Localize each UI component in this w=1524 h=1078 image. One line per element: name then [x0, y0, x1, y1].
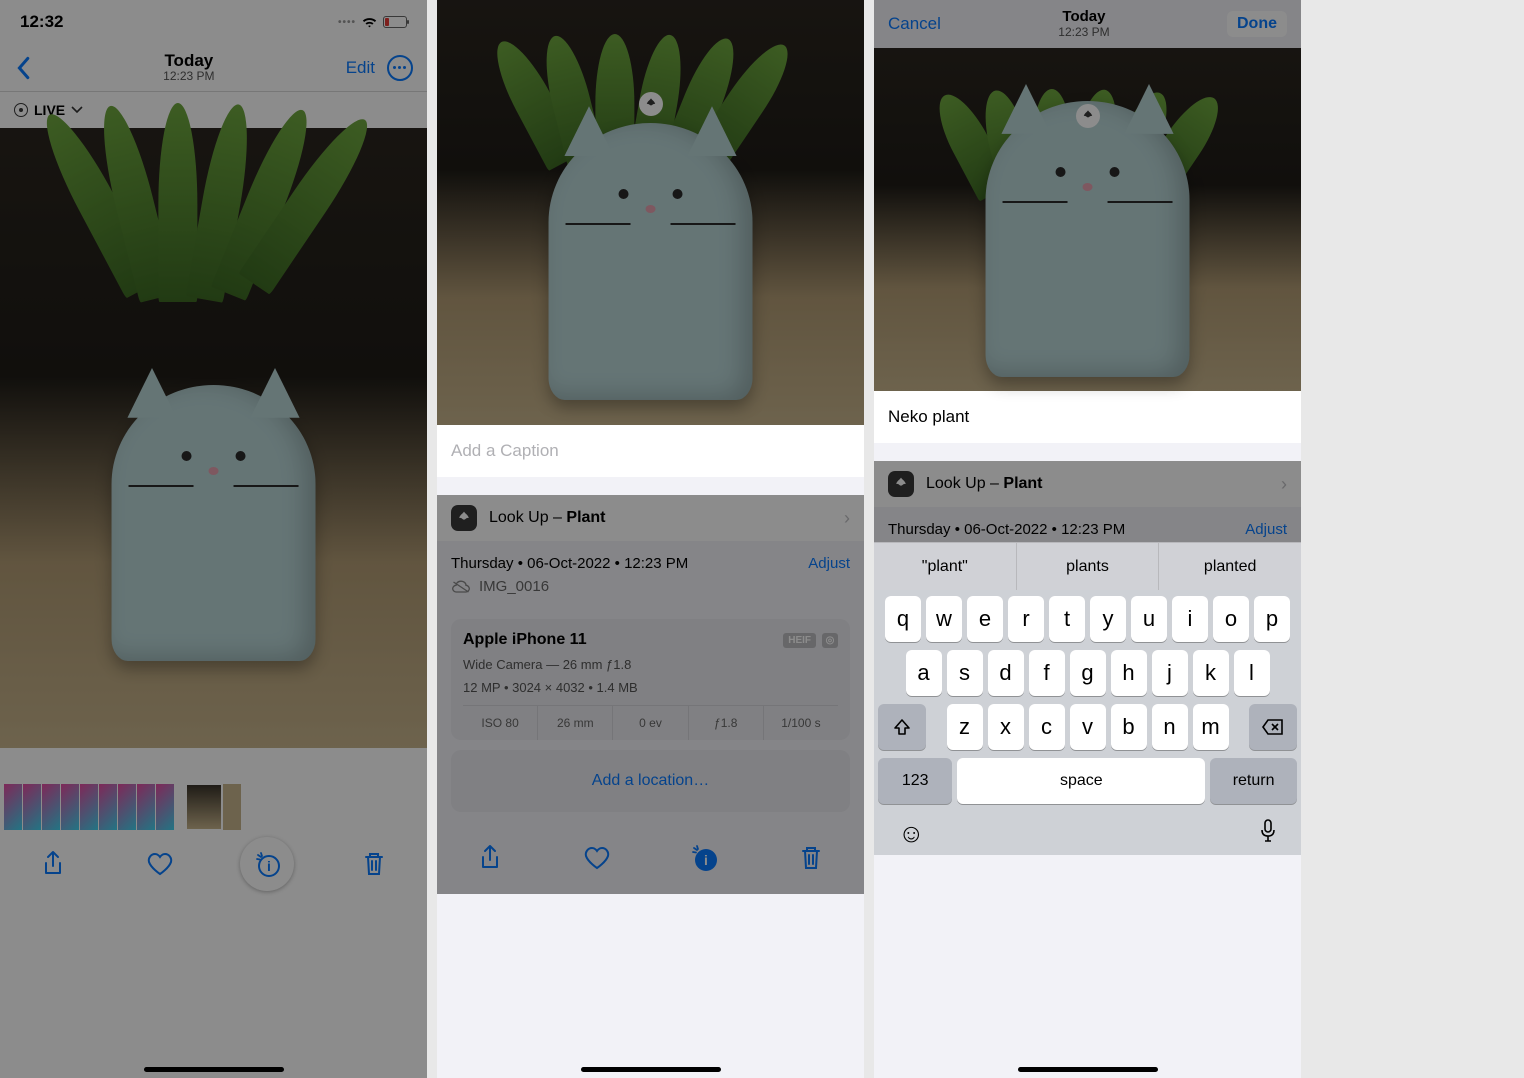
- share-icon[interactable]: [476, 844, 504, 872]
- bottom-toolbar: i: [0, 832, 427, 896]
- photo-view[interactable]: [437, 0, 864, 425]
- emoji-key-icon[interactable]: ☺: [898, 818, 925, 849]
- photo-datetime: Thursday • 06-Oct-2022 • 12:23 PM: [888, 521, 1125, 538]
- caption-field[interactable]: [437, 425, 864, 477]
- heart-icon[interactable]: [583, 844, 611, 872]
- thumbnail-strip[interactable]: [0, 782, 427, 832]
- suggestion[interactable]: "plant": [874, 543, 1016, 590]
- key-r[interactable]: r: [1008, 596, 1044, 642]
- adjust-button[interactable]: Adjust: [1245, 521, 1287, 538]
- key-j[interactable]: j: [1152, 650, 1188, 696]
- lookup-row[interactable]: Look Up – Plant ›: [437, 495, 864, 541]
- visual-lookup-badge-icon[interactable]: [1076, 104, 1100, 128]
- cancel-button[interactable]: Cancel: [888, 14, 941, 34]
- chevron-right-icon: ›: [844, 508, 850, 529]
- format-badge: HEIF: [783, 633, 816, 648]
- key-h[interactable]: h: [1111, 650, 1147, 696]
- leaf-icon: [451, 505, 477, 531]
- home-indicator[interactable]: [1018, 1067, 1158, 1072]
- lookup-row[interactable]: Look Up – Plant ›: [874, 461, 1301, 507]
- done-button[interactable]: Done: [1227, 11, 1287, 37]
- status-bar: 12:32 ••••: [0, 0, 427, 44]
- caption-field[interactable]: [874, 391, 1301, 443]
- key-g[interactable]: g: [1070, 650, 1106, 696]
- svg-text:i: i: [267, 858, 271, 874]
- exif-iso: ISO 80: [463, 706, 537, 740]
- nav-title: Today 12:23 PM: [1058, 8, 1109, 39]
- caption-input[interactable]: [451, 441, 850, 461]
- bottom-toolbar: i: [437, 822, 864, 894]
- exif-card: Apple iPhone 11 HEIF ◎ Wide Camera — 26 …: [451, 619, 850, 740]
- key-z[interactable]: z: [947, 704, 983, 750]
- cloud-slash-icon: [451, 579, 471, 595]
- exif-aperture: ƒ1.8: [688, 706, 763, 740]
- trash-icon[interactable]: [797, 844, 825, 872]
- info-button-active[interactable]: i: [690, 844, 718, 872]
- suggestion[interactable]: plants: [1016, 543, 1159, 590]
- resolution-label: 12 MP • 3024 × 4032 • 1.4 MB: [463, 680, 838, 695]
- device-label: Apple iPhone 11: [463, 631, 587, 649]
- heart-icon[interactable]: [146, 850, 174, 878]
- back-icon[interactable]: [14, 56, 32, 80]
- live-icon: [14, 103, 28, 117]
- shift-key[interactable]: [878, 704, 926, 750]
- key-v[interactable]: v: [1070, 704, 1106, 750]
- adjust-button[interactable]: Adjust: [808, 555, 850, 572]
- battery-low-icon: [383, 16, 407, 28]
- home-indicator[interactable]: [581, 1067, 721, 1072]
- share-icon[interactable]: [39, 850, 67, 878]
- photo-view[interactable]: [874, 48, 1301, 391]
- space-key[interactable]: space: [957, 758, 1205, 804]
- key-f[interactable]: f: [1029, 650, 1065, 696]
- lens-label: Wide Camera — 26 mm ƒ1.8: [463, 657, 838, 672]
- key-t[interactable]: t: [1049, 596, 1085, 642]
- wifi-icon: [361, 16, 378, 28]
- caption-input[interactable]: [888, 407, 1287, 427]
- key-u[interactable]: u: [1131, 596, 1167, 642]
- key-s[interactable]: s: [947, 650, 983, 696]
- key-e[interactable]: e: [967, 596, 1003, 642]
- key-d[interactable]: d: [988, 650, 1024, 696]
- keyboard-suggestions: "plant" plants planted: [874, 542, 1301, 590]
- info-button[interactable]: i: [253, 850, 281, 878]
- key-n[interactable]: n: [1152, 704, 1188, 750]
- trash-icon[interactable]: [360, 850, 388, 878]
- status-time: 12:32: [20, 12, 63, 32]
- leaf-icon: [888, 471, 914, 497]
- key-k[interactable]: k: [1193, 650, 1229, 696]
- keyboard: qwertyuiop asdfghjkl zxcvbnm 123 space r…: [874, 590, 1301, 855]
- filename-label: IMG_0016: [479, 578, 549, 595]
- numbers-key[interactable]: 123: [878, 758, 952, 804]
- key-l[interactable]: l: [1234, 650, 1270, 696]
- key-q[interactable]: q: [885, 596, 921, 642]
- key-m[interactable]: m: [1193, 704, 1229, 750]
- return-key[interactable]: return: [1210, 758, 1297, 804]
- key-p[interactable]: p: [1254, 596, 1290, 642]
- key-b[interactable]: b: [1111, 704, 1147, 750]
- photo-datetime: Thursday • 06-Oct-2022 • 12:23 PM: [451, 555, 688, 572]
- exif-shutter: 1/100 s: [763, 706, 838, 740]
- add-location-button[interactable]: Add a location…: [451, 750, 850, 812]
- key-o[interactable]: o: [1213, 596, 1249, 642]
- exif-focal: 26 mm: [537, 706, 612, 740]
- dictation-icon[interactable]: [1259, 818, 1277, 844]
- key-c[interactable]: c: [1029, 704, 1065, 750]
- key-x[interactable]: x: [988, 704, 1024, 750]
- backspace-key[interactable]: [1249, 704, 1297, 750]
- key-y[interactable]: y: [1090, 596, 1126, 642]
- visual-lookup-badge-icon[interactable]: [639, 92, 663, 116]
- chevron-right-icon: ›: [1281, 474, 1287, 495]
- home-indicator[interactable]: [144, 1067, 284, 1072]
- cellular-icon: ••••: [338, 17, 356, 28]
- nav-bar: Cancel Today 12:23 PM Done: [874, 0, 1301, 48]
- key-w[interactable]: w: [926, 596, 962, 642]
- more-icon[interactable]: [387, 55, 413, 81]
- svg-text:i: i: [704, 852, 708, 868]
- live-photo-badge-icon: ◎: [822, 633, 838, 648]
- photo-view[interactable]: [0, 128, 427, 748]
- key-i[interactable]: i: [1172, 596, 1208, 642]
- suggestion[interactable]: planted: [1158, 543, 1301, 590]
- key-a[interactable]: a: [906, 650, 942, 696]
- exif-ev: 0 ev: [612, 706, 687, 740]
